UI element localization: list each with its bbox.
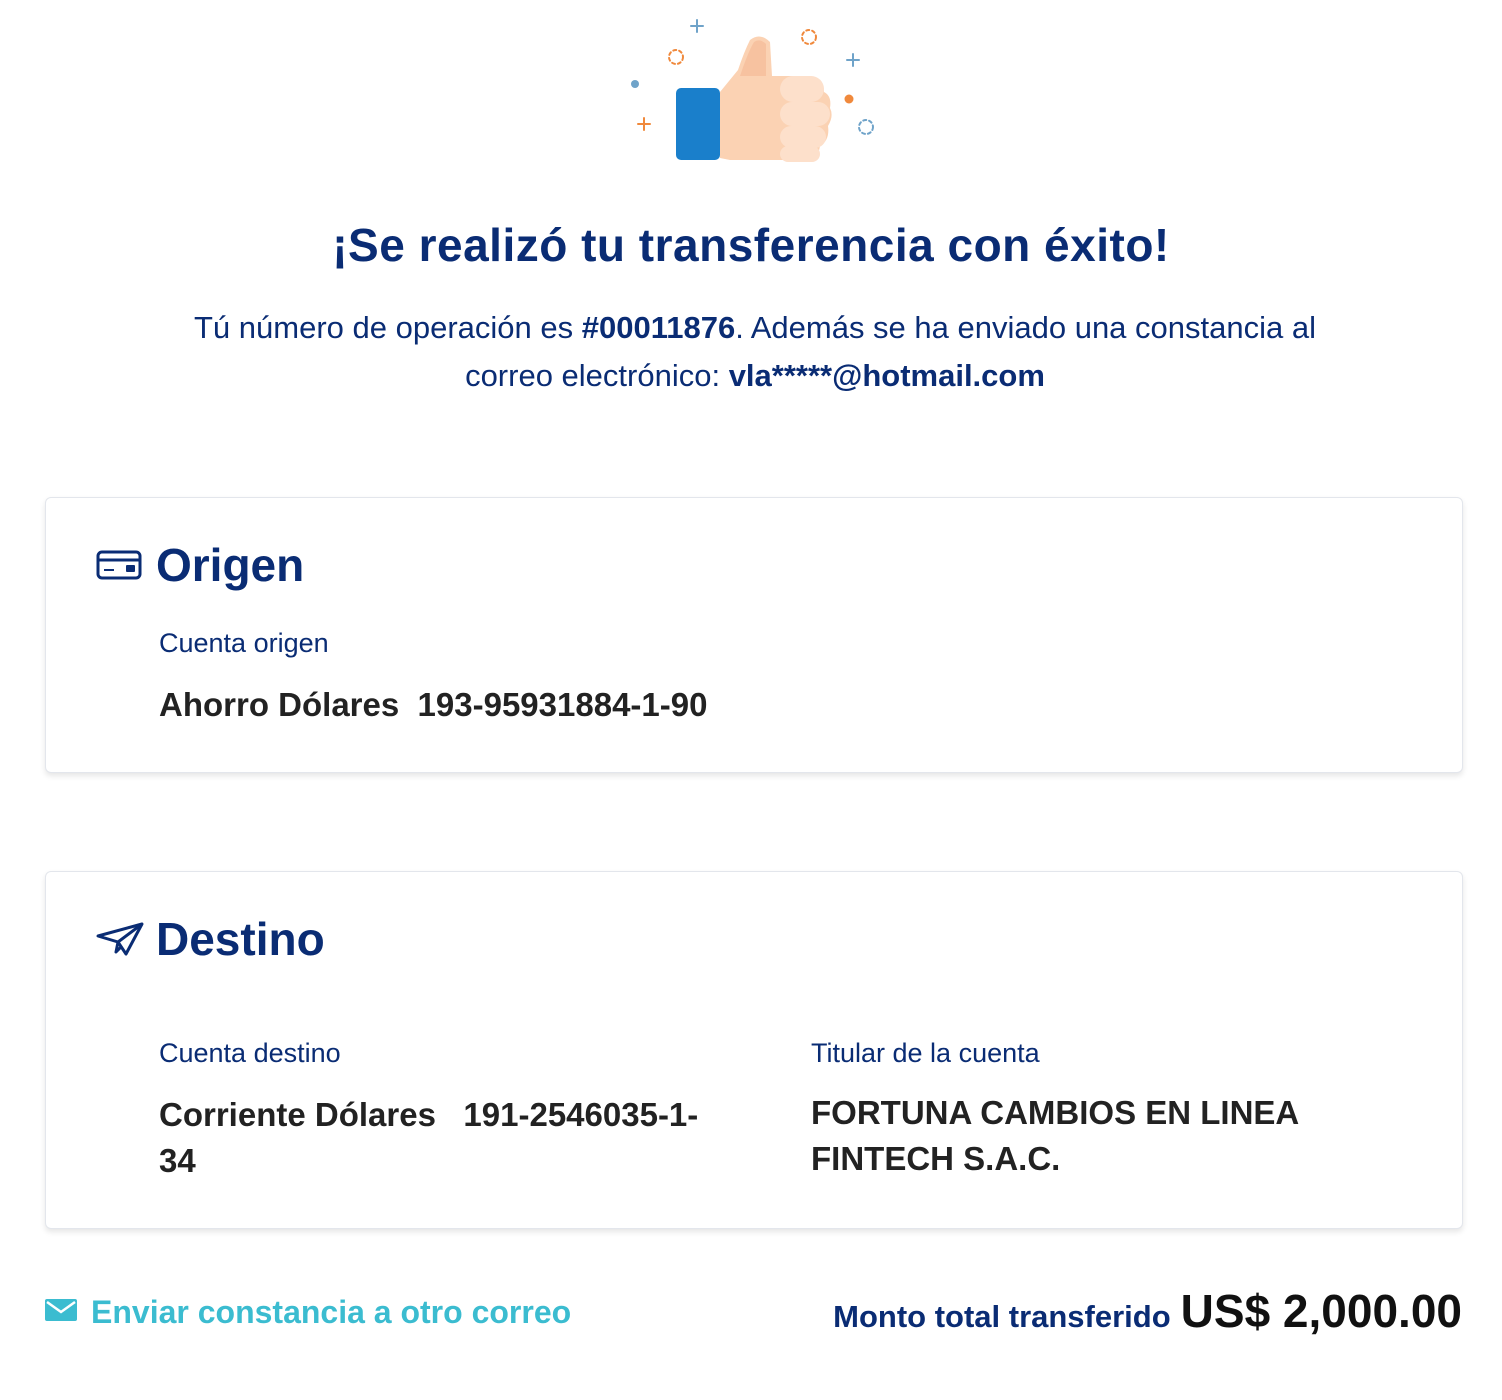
holder-name-line1: FORTUNA CAMBIOS EN LINEA: [811, 1094, 1300, 1131]
operation-number: #00011876: [581, 310, 736, 345]
paper-plane-icon: [96, 915, 144, 963]
total-label: Monto total transferido: [833, 1299, 1171, 1334]
destination-account-label: Cuenta destino: [159, 1038, 341, 1068]
destination-account-line2: 34: [159, 1142, 196, 1179]
destination-header: Destino: [96, 912, 325, 966]
send-receipt-link[interactable]: Enviar constancia a otro correo: [45, 1294, 571, 1331]
destination-account-line1: Corriente Dólares 191-2546035-1-: [159, 1096, 699, 1133]
send-receipt-label[interactable]: Enviar constancia a otro correo: [91, 1294, 571, 1331]
total-amount: US$ 2,000.00: [1180, 1285, 1462, 1337]
origin-card: Origen Cuenta origen Ahorro Dólares 193-…: [45, 497, 1463, 773]
success-illustration: [0, 0, 1502, 200]
origin-account-label: Cuenta origen: [159, 628, 329, 658]
total-transferred: Monto total transferido US$ 2,000.00: [833, 1284, 1462, 1338]
success-title: ¡Se realizó tu transferencia con éxito!: [332, 219, 1170, 271]
origin-header: Origen: [96, 538, 304, 592]
thumbs-up-icon: [631, 19, 874, 162]
message-prefix: Tú número de operación es: [194, 310, 582, 345]
origin-account-value: Ahorro Dólares 193-95931884-1-90: [159, 686, 708, 723]
origin-heading: Origen: [156, 539, 305, 591]
card-icon: [96, 541, 144, 589]
success-message: Tú número de operación es #00011876. Ade…: [150, 304, 1360, 400]
destination-card: Destino Cuenta destino Corriente Dólares…: [45, 871, 1463, 1229]
envelope-icon: [45, 1299, 77, 1326]
holder-label: Titular de la cuenta: [811, 1038, 1040, 1068]
masked-email: vla*****@hotmail.com: [728, 358, 1045, 393]
holder-name-line2: FINTECH S.A.C.: [811, 1140, 1061, 1177]
destination-heading: Destino: [156, 913, 325, 965]
